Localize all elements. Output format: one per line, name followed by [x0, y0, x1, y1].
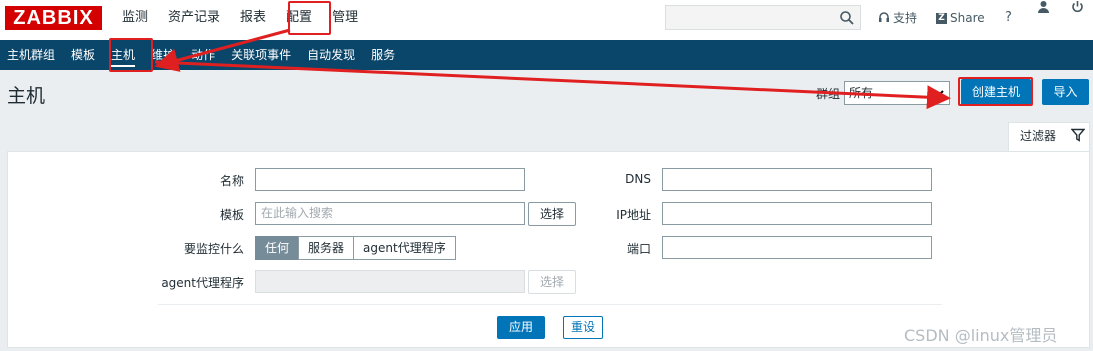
top-bar: ZABBIX 监测 资产记录 报表 配置 管理 支持 Z Share ? [0, 0, 1093, 40]
share-label: Share [950, 11, 985, 25]
annotation-highlight-hosts [109, 38, 153, 72]
annotation-highlight-create [958, 77, 1033, 106]
monitor-label: 要监控什么 [183, 242, 244, 256]
top-menu-reports[interactable]: 报表 [230, 0, 276, 36]
top-menu-inventory[interactable]: 资产记录 [158, 0, 230, 36]
proxy-select-button: 选择 [528, 270, 576, 294]
filter-panel: 名称 模板 在此输入搜索 选择 要监控什么 任何 服务器 agent代理程序 a… [7, 151, 1090, 348]
ip-label: IP地址 [616, 208, 651, 222]
filter-tab[interactable]: 过滤器 [1008, 122, 1090, 152]
group-label: 群组 [816, 87, 841, 101]
search-icon[interactable] [839, 10, 855, 26]
monitor-segmented-control: 任何 服务器 agent代理程序 [255, 236, 456, 260]
global-search-input[interactable] [665, 5, 861, 30]
share-link[interactable]: Z Share [936, 0, 985, 36]
user-profile-link[interactable] [1037, 0, 1050, 13]
annotation-highlight-config [288, 1, 331, 35]
submenu-templates[interactable]: 模板 [64, 40, 104, 70]
template-select-button[interactable]: 选择 [528, 202, 576, 226]
template-search-input[interactable]: 在此输入搜索 [255, 202, 525, 225]
port-input[interactable] [662, 236, 932, 259]
submenu-correlation[interactable]: 关联项事件 [224, 40, 300, 70]
filter-divider [158, 304, 942, 305]
zabbix-logo[interactable]: ZABBIX [5, 6, 102, 30]
reset-button[interactable]: 重设 [563, 316, 603, 339]
proxy-input [255, 270, 525, 293]
sub-menu: 主机群组 模板 主机 维护 动作 关联项事件 自动发现 服务 [0, 40, 1093, 70]
top-menu-monitoring[interactable]: 监测 [112, 0, 158, 36]
headset-icon [879, 12, 889, 22]
submenu-host-groups[interactable]: 主机群组 [0, 40, 64, 70]
help-icon: ? [1005, 10, 1012, 25]
monitor-option-proxy[interactable]: agent代理程序 [353, 236, 456, 260]
help-link[interactable]: ? [1005, 0, 1012, 36]
submenu-discovery[interactable]: 自动发现 [300, 40, 364, 70]
monitor-option-any[interactable]: 任何 [255, 236, 300, 260]
logout-link[interactable] [1071, 0, 1084, 13]
port-label: 端口 [626, 242, 651, 256]
name-input[interactable] [255, 168, 525, 191]
page-title: 主机 [7, 85, 46, 107]
page-header: 主机 群组 所有 创建主机 导入 [0, 70, 1093, 114]
template-label: 模板 [219, 208, 244, 222]
chevron-down-icon [934, 90, 944, 97]
group-select-value: 所有 [849, 86, 874, 100]
dns-input[interactable] [662, 168, 932, 191]
filter-icon [1071, 128, 1085, 142]
support-label: 支持 [893, 11, 918, 25]
filter-tab-label: 过滤器 [1020, 129, 1057, 143]
group-select[interactable]: 所有 [844, 81, 950, 105]
user-icon [1038, 1, 1049, 13]
name-label: 名称 [219, 174, 244, 188]
apply-button[interactable]: 应用 [497, 316, 545, 339]
submenu-actions[interactable]: 动作 [184, 40, 224, 70]
power-icon [1072, 1, 1083, 13]
import-button[interactable]: 导入 [1042, 79, 1089, 105]
dns-label: DNS [625, 172, 651, 186]
proxy-label: agent代理程序 [161, 276, 244, 290]
ip-input[interactable] [662, 202, 932, 225]
watermark: CSDN @linux管理员 [904, 326, 1058, 345]
zabbix-share-icon: Z [936, 12, 947, 24]
support-link[interactable]: 支持 [878, 0, 917, 36]
monitor-option-server[interactable]: 服务器 [298, 236, 355, 260]
submenu-services[interactable]: 服务 [364, 40, 404, 70]
